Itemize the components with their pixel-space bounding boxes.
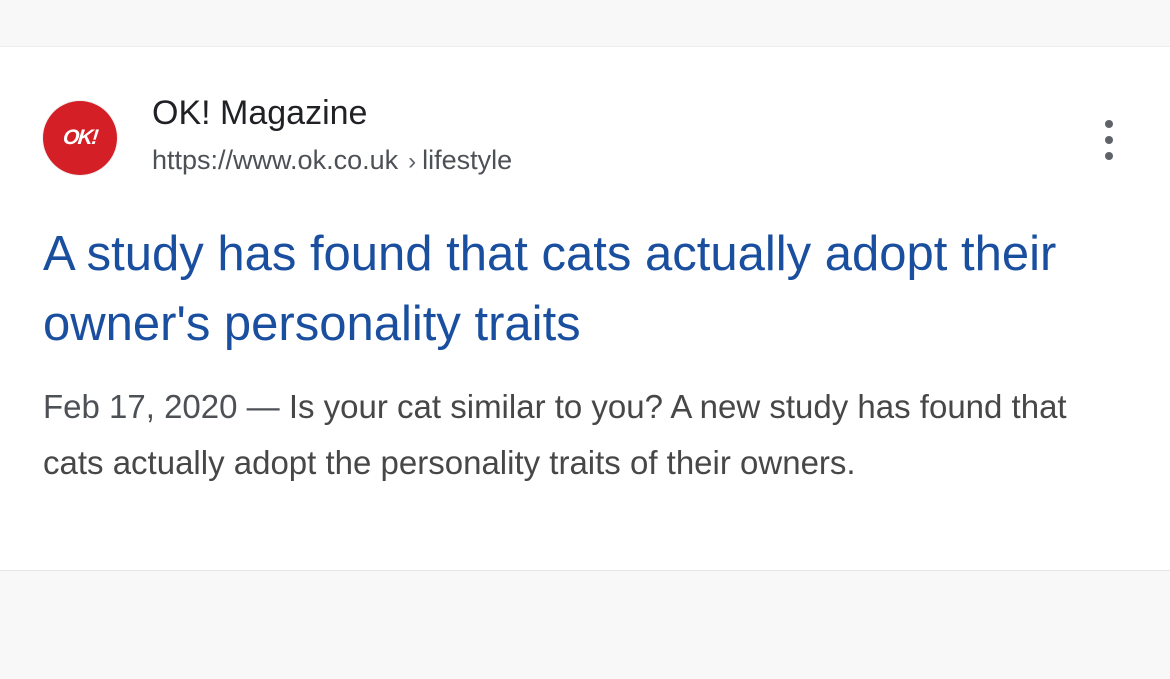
search-result-card: OK! OK! Magazine https://www.ok.co.uk › li… [0, 46, 1170, 571]
url-domain: https://www.ok.co.uk [152, 145, 399, 175]
breadcrumb-separator-icon: › [408, 148, 417, 175]
logo-text: OK! [61, 126, 99, 149]
more-vertical-icon-dot [1105, 136, 1113, 144]
top-strip [0, 0, 1170, 46]
site-logo[interactable]: OK! [43, 101, 117, 175]
url-path: lifestyle [422, 145, 513, 175]
result-snippet: Feb 17, 2020 — Is your cat similar to yo… [43, 379, 1123, 491]
snippet-dash: — [246, 388, 280, 425]
result-title-link[interactable]: A study has found that cats actually ado… [43, 219, 1123, 359]
snippet-date: Feb 17, 2020 [43, 388, 238, 425]
site-url-breadcrumb[interactable]: https://www.ok.co.uk › lifestyle [152, 144, 512, 178]
site-name[interactable]: OK! Magazine [152, 93, 367, 133]
more-vertical-icon [1105, 120, 1113, 128]
more-options-button[interactable] [1093, 120, 1125, 160]
more-vertical-icon-dot [1105, 152, 1113, 160]
